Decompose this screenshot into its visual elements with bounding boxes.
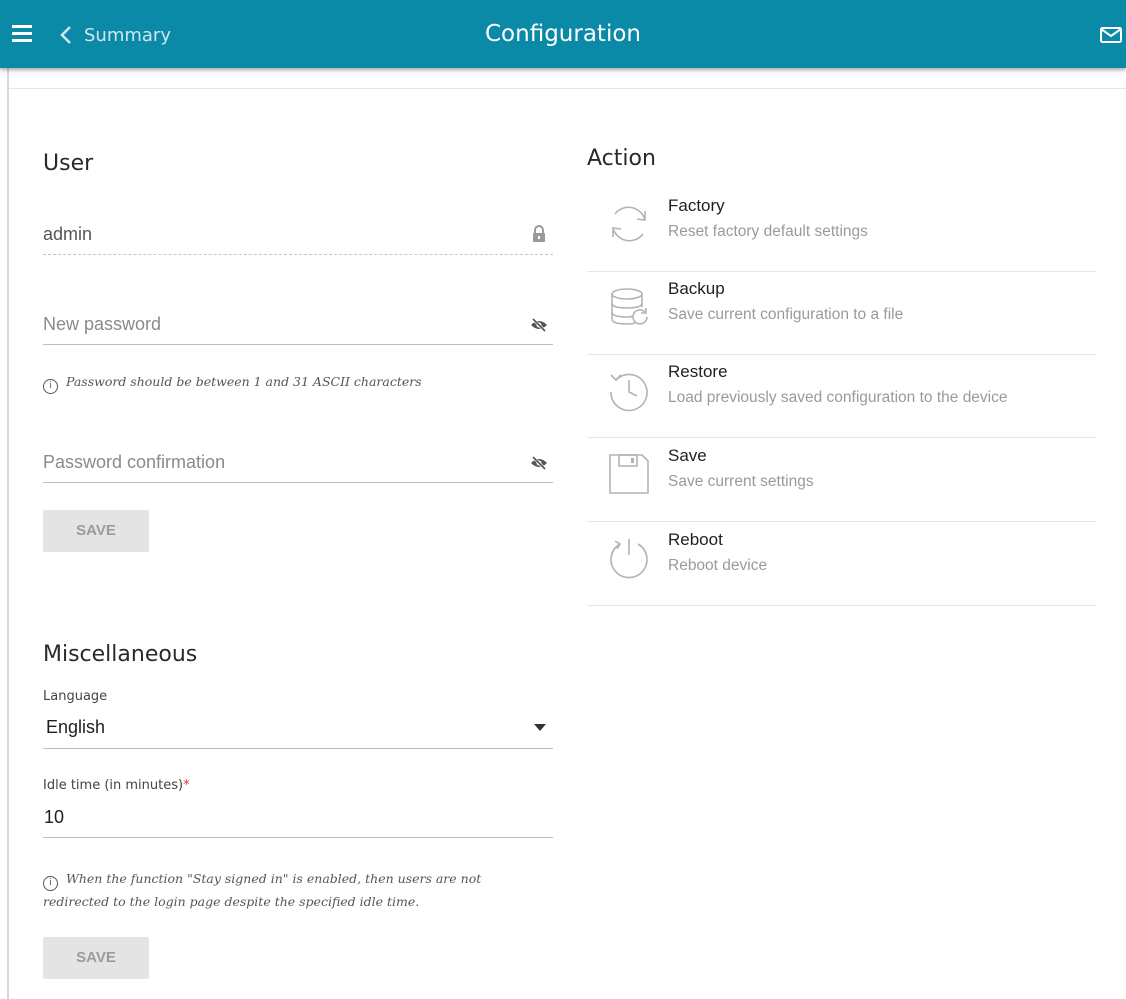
idle-hint-line2: redirected to the login page despite the… (43, 894, 420, 909)
action-section-title: Action (587, 146, 656, 171)
action-restore-title: Restore (668, 362, 728, 381)
action-backup-desc: Save current configuration to a file (668, 306, 904, 323)
info-icon: i (43, 876, 58, 891)
idle-hint-line1: When the function "Stay signed in" is en… (66, 871, 482, 886)
action-separator (587, 605, 1096, 606)
page-title: Configuration (485, 21, 641, 47)
new-password-underline (43, 344, 553, 345)
idle-time-hint: i When the function "Stay signed in" is e… (43, 868, 481, 913)
password-hint-text: Password should be between 1 and 31 ASCI… (66, 374, 422, 389)
password-confirmation-field[interactable]: Password confirmation (43, 446, 553, 486)
top-bar: Summary Configuration (0, 0, 1126, 68)
action-reboot-desc: Reboot device (668, 557, 768, 574)
password-confirmation-placeholder: Password confirmation (43, 452, 226, 472)
action-save-desc: Save current settings (668, 473, 814, 490)
idle-time-label: Idle time (in minutes)* (43, 778, 190, 793)
language-select[interactable]: English (43, 712, 553, 752)
username-value: admin (43, 224, 93, 244)
username-field: admin (43, 220, 553, 260)
action-factory-desc: Reset factory default settings (668, 223, 868, 240)
left-divider (7, 68, 9, 999)
user-save-button[interactable]: SAVE (43, 510, 149, 552)
language-value: English (46, 717, 106, 737)
action-save[interactable]: Save Save current settings (587, 438, 1096, 522)
new-password-placeholder: New password (43, 314, 162, 334)
language-underline (43, 748, 553, 749)
dropdown-arrow-icon (534, 724, 546, 731)
action-reboot-title: Reboot (668, 530, 723, 549)
idle-time-input[interactable]: 10 (43, 802, 553, 842)
action-restore-desc: Load previously saved configuration to t… (668, 389, 1008, 406)
lock-icon (533, 225, 545, 242)
idle-time-underline (43, 837, 553, 838)
action-factory[interactable]: Factory Reset factory default settings (587, 188, 1096, 272)
username-underline (43, 254, 553, 255)
action-backup-title: Backup (668, 279, 725, 298)
power-icon (610, 539, 648, 579)
action-reboot[interactable]: Reboot Reboot device (587, 522, 1096, 606)
action-restore[interactable]: Restore Load previously saved configurat… (587, 354, 1096, 438)
history-icon (610, 373, 648, 412)
password-confirmation-underline (43, 482, 553, 483)
action-save-title: Save (668, 446, 707, 465)
mail-icon[interactable] (1100, 27, 1122, 43)
eye-off-icon[interactable] (530, 456, 548, 470)
new-password-field[interactable]: New password (43, 308, 553, 348)
database-backup-icon (611, 288, 648, 325)
card-top-border (9, 88, 1126, 89)
language-label: Language (43, 689, 108, 704)
floppy-icon (609, 454, 649, 494)
password-hint: i Password should be between 1 and 31 ASC… (43, 374, 422, 394)
info-icon: i (43, 379, 58, 394)
action-backup[interactable]: Backup Save current configuration to a f… (587, 271, 1096, 355)
misc-save-button[interactable]: SAVE (43, 937, 149, 979)
refresh-icon (612, 206, 646, 242)
idle-time-value: 10 (44, 807, 65, 827)
required-marker: * (183, 778, 190, 793)
eye-off-icon[interactable] (530, 318, 548, 332)
misc-section-title: Miscellaneous (43, 642, 198, 667)
action-factory-title: Factory (668, 196, 725, 215)
idle-time-label-text: Idle time (in minutes) (43, 778, 184, 793)
user-section-title: User (43, 151, 94, 176)
